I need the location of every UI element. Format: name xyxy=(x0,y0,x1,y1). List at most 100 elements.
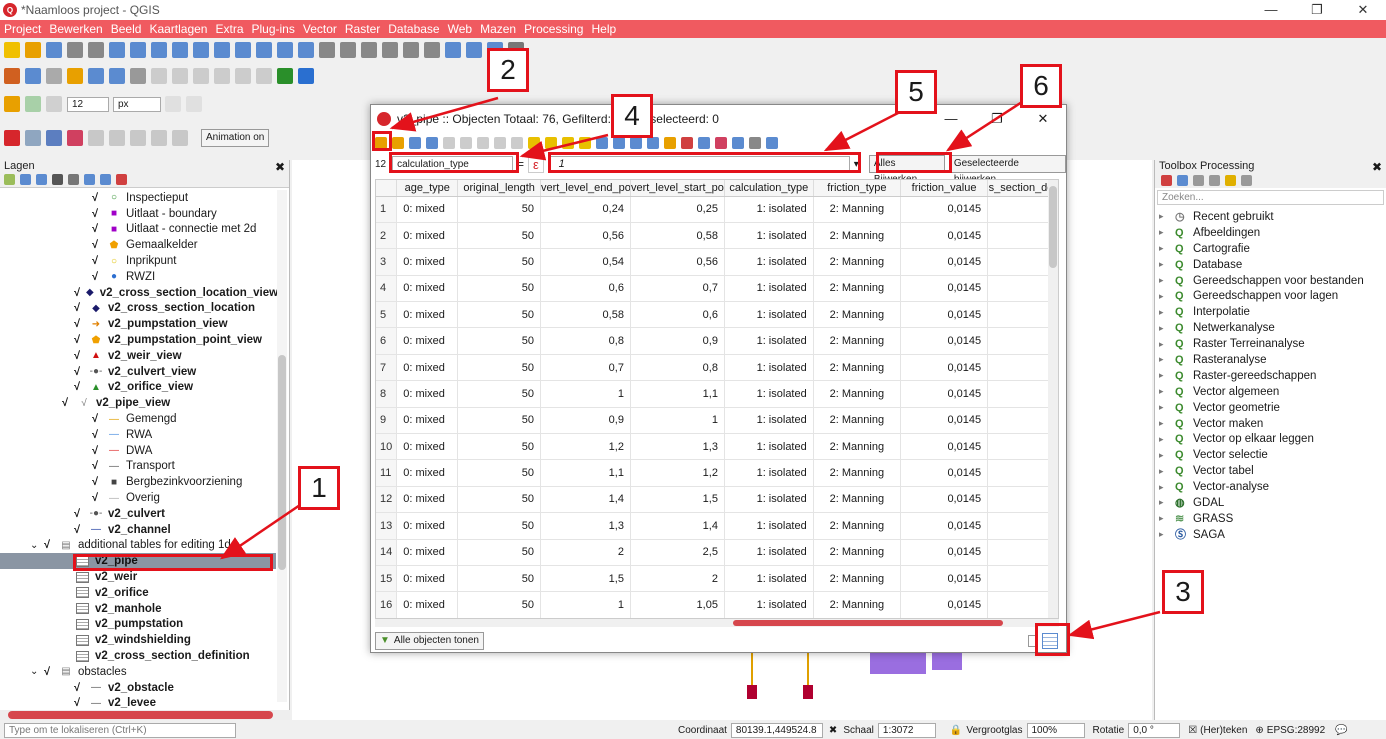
table-cell[interactable]: 0,7 xyxy=(540,354,631,382)
expand-arrow-icon[interactable]: ▸ xyxy=(1159,466,1169,477)
menu-item[interactable]: Vector xyxy=(303,22,337,36)
toolbox-close-icon[interactable]: ✖ xyxy=(1372,160,1382,174)
messages-icon[interactable]: 💬 xyxy=(1335,725,1347,736)
table-cell[interactable]: 0,0145 xyxy=(900,539,989,566)
table-cell[interactable]: 0: mixed xyxy=(396,380,459,408)
layer-item[interactable]: v2_manhole xyxy=(0,601,276,617)
expand-arrow-icon[interactable]: ▸ xyxy=(1159,227,1169,238)
table-cell[interactable]: 2,5 xyxy=(630,539,725,566)
table-cell[interactable] xyxy=(987,354,1058,382)
layer-visibility-checkbox[interactable]: √ xyxy=(92,224,102,235)
layer-visibility-checkbox[interactable]: √ xyxy=(44,540,54,551)
table-cell[interactable]: 50 xyxy=(457,222,541,250)
layer-item[interactable]: √ — Overig xyxy=(0,490,276,506)
layer-item[interactable]: v2_weir xyxy=(0,569,276,585)
table-cell[interactable]: 0: mixed xyxy=(396,301,459,329)
zoom-next-icon[interactable] xyxy=(235,42,251,58)
table-cell[interactable]: 2: Manning xyxy=(813,512,902,540)
table-cell[interactable] xyxy=(987,222,1058,250)
label-icon[interactable] xyxy=(25,96,41,112)
menu-item[interactable]: Mazen xyxy=(480,22,516,36)
layer-item[interactable]: √ ● RWZI xyxy=(0,269,276,285)
table-cell[interactable]: 2: Manning xyxy=(813,407,902,435)
menu-item[interactable]: Plug-ins xyxy=(252,22,295,36)
toolbox-group[interactable]: ▸ Q Vector geometrie xyxy=(1155,400,1386,416)
style-icon[interactable] xyxy=(4,174,15,185)
save-project-icon[interactable] xyxy=(46,42,62,58)
table-cell[interactable]: 1 xyxy=(540,380,631,408)
toolbox-group[interactable]: ▸ Ⓢ SAGA xyxy=(1155,527,1386,543)
layers-vertical-scrollbar[interactable] xyxy=(277,190,287,702)
expand-arrow-icon[interactable]: ▸ xyxy=(1159,450,1169,461)
expand-arrow-icon[interactable]: ▸ xyxy=(1159,402,1169,413)
toolbox-group[interactable]: ▸ Q Cartografie xyxy=(1155,241,1386,257)
toolbox-group[interactable]: ▸ Q Interpolatie xyxy=(1155,304,1386,320)
column-header[interactable]: friction_type xyxy=(813,180,902,197)
batch-icon[interactable] xyxy=(1225,174,1236,186)
font-unit-select[interactable]: px xyxy=(113,96,161,112)
maximize-button[interactable]: ❐ xyxy=(1294,0,1340,20)
table-cell[interactable]: 0,0145 xyxy=(900,433,989,461)
multi-edit-icon[interactable] xyxy=(392,137,404,149)
table-cell[interactable]: 1 xyxy=(540,591,631,618)
new-project-icon[interactable] xyxy=(4,42,20,58)
zoom-layer-icon[interactable] xyxy=(172,42,188,58)
table-cell[interactable]: 1: isolated xyxy=(724,407,814,435)
table-cell[interactable]: 50 xyxy=(457,591,541,618)
stats-icon[interactable] xyxy=(382,42,398,58)
filter-icon[interactable] xyxy=(52,174,63,185)
column-header[interactable]: vert_level_start_poi xyxy=(630,180,725,197)
table-cell[interactable]: 1: isolated xyxy=(724,565,814,593)
table-cell[interactable] xyxy=(987,433,1058,461)
vertex-tool-icon[interactable] xyxy=(130,68,146,84)
menu-item[interactable]: Project xyxy=(4,22,41,36)
show-features-filter-button[interactable]: ▼ Alle objecten tonen xyxy=(375,632,484,650)
table-cell[interactable] xyxy=(987,459,1058,487)
chart-icon[interactable] xyxy=(109,130,125,146)
save-edits-icon[interactable] xyxy=(409,137,421,149)
stats-icon[interactable] xyxy=(88,130,104,146)
table-cell[interactable]: 0: mixed xyxy=(396,354,459,382)
table-row[interactable]: 12 0: mixed 50 1,4 1,5 1: isolated 2: Manning 0… xyxy=(376,486,1058,514)
toolbox-group[interactable]: ▸ Q Vector maken xyxy=(1155,416,1386,432)
render-checkbox[interactable]: ☒ xyxy=(1188,725,1197,736)
deselect-icon[interactable] xyxy=(579,137,591,149)
expand-arrow-icon[interactable]: ▸ xyxy=(1159,418,1169,429)
add-feature-icon[interactable] xyxy=(109,68,125,84)
table-cell[interactable]: 0,0145 xyxy=(900,196,989,223)
layer-visibility-checkbox[interactable]: √ xyxy=(74,682,84,693)
table-cell[interactable]: 2 xyxy=(630,565,725,593)
pan-to-selected-icon[interactable] xyxy=(630,137,642,149)
scale-field[interactable]: 1:3072 xyxy=(877,722,936,738)
layer-item[interactable]: v2_orifice xyxy=(0,585,276,601)
zoom-to-selected-icon[interactable] xyxy=(647,137,659,149)
expand-arrow-icon[interactable]: ▸ xyxy=(1159,482,1169,493)
table-cell[interactable]: 0: mixed xyxy=(396,459,459,487)
table-cell[interactable]: 0,58 xyxy=(630,222,725,250)
toggle-edit-icon[interactable] xyxy=(67,68,83,84)
cut-icon[interactable] xyxy=(477,137,489,149)
pan-icon[interactable] xyxy=(67,42,83,58)
column-header[interactable]: age_type xyxy=(396,180,459,197)
table-cell[interactable]: 2: Manning xyxy=(813,539,902,566)
table-cell[interactable]: 1 xyxy=(630,407,725,435)
toolbox-group[interactable]: ▸ Q Vector tabel xyxy=(1155,463,1386,479)
table-row[interactable]: 14 0: mixed 50 2 2,5 1: isolated 2: Manning 0,0… xyxy=(376,539,1058,566)
collapse-icon[interactable] xyxy=(100,174,111,185)
actions-icon[interactable] xyxy=(732,137,744,149)
tool-icon[interactable] xyxy=(25,130,41,146)
table-row[interactable]: 15 0: mixed 50 1,5 2 1: isolated 2: Manning 0,0… xyxy=(376,565,1058,593)
minimize-button[interactable]: — xyxy=(1248,0,1294,20)
toolbox-group[interactable]: ▸ ◷ Recent gebruikt xyxy=(1155,209,1386,225)
table-cell[interactable]: 0,25 xyxy=(630,196,725,223)
table-cell[interactable]: 0: mixed xyxy=(396,248,459,276)
table-row[interactable]: 6 0: mixed 50 0,8 0,9 1: isolated 2: Manning 0,… xyxy=(376,327,1058,355)
zoom-full-icon[interactable] xyxy=(130,42,146,58)
options-icon[interactable] xyxy=(1241,174,1252,186)
panel-close-icon[interactable]: ✖ xyxy=(275,160,285,174)
layer-item[interactable]: v2_windshielding xyxy=(0,632,276,648)
layer-visibility-checkbox[interactable]: √ xyxy=(62,398,72,409)
table-cell[interactable]: 1: isolated xyxy=(724,512,814,540)
toolbox-search-input[interactable]: Zoeken... xyxy=(1157,190,1384,205)
toolbox-group[interactable]: ▸ Q Database xyxy=(1155,257,1386,273)
